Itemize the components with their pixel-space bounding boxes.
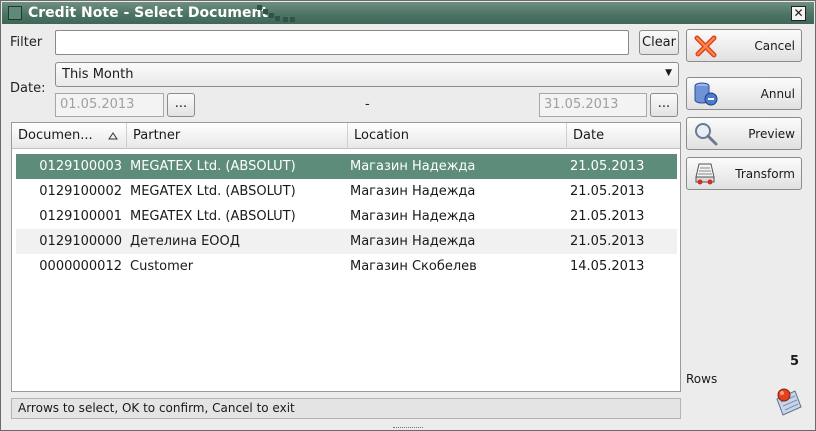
- document-cell: 0129100001: [39, 209, 122, 224]
- magnifier-icon: [695, 123, 718, 146]
- preview-button[interactable]: Preview: [686, 117, 802, 150]
- table-row[interactable]: 0129100001 MEGATEX Ltd. (ABSOLUT) Магази…: [16, 204, 677, 229]
- rows-label: Rows: [686, 372, 718, 386]
- period-select[interactable]: This Month ▼: [55, 62, 679, 87]
- transform-document-icon: [695, 163, 715, 185]
- documents-table[interactable]: Documen... Partner Location Date 0129100…: [11, 122, 681, 392]
- cancel-label: Cancel: [754, 39, 795, 53]
- document-cell: 0129100000: [39, 234, 122, 249]
- table-header: Documen... Partner Location Date: [12, 123, 680, 149]
- location-cell: Магазин Надежда: [350, 209, 476, 224]
- document-cell: 0000000012: [39, 259, 122, 274]
- date-from-field[interactable]: 01.05.2013: [55, 93, 164, 117]
- rows-count: 5: [789, 354, 799, 369]
- credit-note-dialog: Credit Note - Select Document ✕ Filter C…: [0, 0, 816, 431]
- partner-cell: MEGATEX Ltd. (ABSOLUT): [130, 159, 296, 174]
- column-header-location[interactable]: Location: [348, 123, 567, 149]
- date-cell: 14.05.2013: [570, 259, 645, 274]
- date-cell: 21.05.2013: [570, 159, 645, 174]
- transform-label: Transform: [735, 167, 795, 181]
- chevron-down-icon: ▼: [665, 68, 672, 78]
- table-row[interactable]: 0129100003 MEGATEX Ltd. (ABSOLUT) Магази…: [16, 154, 677, 179]
- date-label: Date:: [10, 81, 46, 96]
- date-cell: 21.05.2013: [570, 209, 645, 224]
- date-cell: 21.05.2013: [570, 234, 645, 249]
- date-from-picker-button[interactable]: ...: [167, 93, 195, 117]
- transform-button[interactable]: Transform: [686, 157, 802, 190]
- partner-cell: MEGATEX Ltd. (ABSOLUT): [130, 184, 296, 199]
- document-cell: 0129100003: [39, 159, 122, 174]
- annul-button[interactable]: Annul: [686, 77, 802, 110]
- annul-label: Annul: [760, 87, 795, 101]
- clear-button[interactable]: Clear: [639, 30, 679, 55]
- location-cell: Магазин Надежда: [350, 184, 476, 199]
- scroll-icon[interactable]: [771, 385, 805, 419]
- partner-cell: Customer: [130, 259, 194, 274]
- period-value: This Month: [62, 67, 134, 82]
- preview-label: Preview: [748, 127, 795, 141]
- date-cell: 21.05.2013: [570, 184, 645, 199]
- document-cell: 0129100002: [39, 184, 122, 199]
- location-cell: Магазин Надежда: [350, 159, 476, 174]
- filter-input[interactable]: [55, 30, 629, 55]
- close-button[interactable]: ✕: [791, 6, 806, 21]
- status-bar: Arrows to select, OK to confirm, Cancel …: [11, 398, 681, 419]
- title-bar[interactable]: Credit Note - Select Document ✕: [2, 2, 814, 24]
- partner-cell: MEGATEX Ltd. (ABSOLUT): [130, 209, 296, 224]
- red-x-icon: [694, 35, 717, 58]
- window-title: Credit Note - Select Document: [28, 5, 269, 21]
- cancel-button[interactable]: Cancel: [686, 29, 802, 62]
- column-header-date[interactable]: Date: [567, 123, 680, 149]
- table-row[interactable]: 0129100002 MEGATEX Ltd. (ABSOLUT) Магази…: [16, 179, 677, 204]
- table-row[interactable]: 0000000012 Customer Магазин Скобелев 14.…: [16, 254, 677, 279]
- location-cell: Магазин Надежда: [350, 234, 476, 249]
- window-menu-icon[interactable]: [8, 6, 22, 20]
- date-to-picker-button[interactable]: ...: [650, 93, 678, 117]
- database-icon: [694, 82, 718, 106]
- date-to-field[interactable]: 31.05.2013: [539, 93, 647, 117]
- column-header-document-label: Documen...: [18, 128, 93, 143]
- date-range-separator: -: [365, 97, 370, 112]
- partner-cell: Детелина ЕООД: [130, 234, 240, 249]
- table-row[interactable]: 0129100000 Детелина ЕООД Магазин Надежда…: [16, 229, 677, 254]
- location-cell: Магазин Скобелев: [350, 259, 477, 274]
- filter-label: Filter: [10, 35, 43, 50]
- column-header-document[interactable]: Documen...: [12, 123, 127, 149]
- sort-ascending-icon: [108, 132, 118, 140]
- resize-grip[interactable]: [393, 427, 423, 430]
- column-header-partner[interactable]: Partner: [127, 123, 348, 149]
- title-decoration-icon: [257, 5, 295, 22]
